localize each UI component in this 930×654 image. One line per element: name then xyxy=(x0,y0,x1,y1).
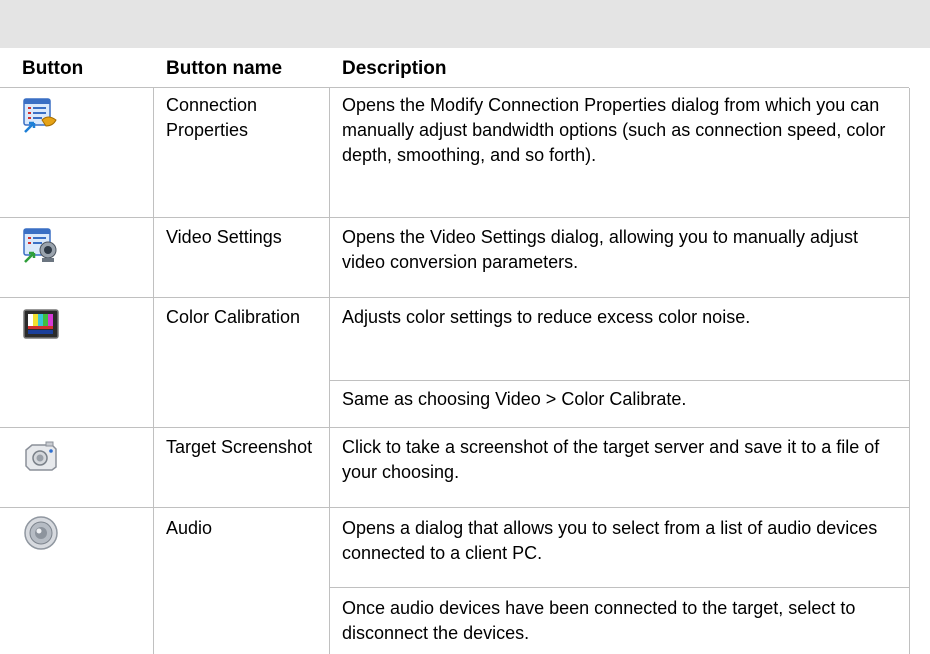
button-name-cell: Connection Properties xyxy=(166,95,258,140)
column-divider xyxy=(153,88,154,654)
camera-icon xyxy=(25,441,57,471)
button-name-cell: Target Screenshot xyxy=(166,437,313,457)
row-divider xyxy=(0,427,909,428)
row-divider xyxy=(0,87,909,88)
speaker-icon xyxy=(24,516,58,550)
button-name-cell: Video Settings xyxy=(166,227,282,247)
connection-properties-icon xyxy=(23,98,57,133)
row-divider xyxy=(0,297,909,298)
header-button-name: Button name xyxy=(166,58,283,79)
row-divider xyxy=(329,380,909,381)
header-button: Button xyxy=(22,58,84,79)
description-cell: Same as choosing Video > Color Calibrate… xyxy=(342,389,687,409)
description-cell: Once audio devices have been connected t… xyxy=(342,598,856,643)
row-divider xyxy=(0,217,909,218)
column-divider xyxy=(909,88,910,654)
row-divider xyxy=(329,587,909,588)
header-description: Description xyxy=(342,58,447,79)
table-header: Button Button name Description xyxy=(0,48,930,88)
description-cell: Opens the Video Settings dialog, allowin… xyxy=(342,227,858,272)
top-band xyxy=(0,0,930,48)
video-settings-icon xyxy=(23,228,57,263)
description-cell: Click to take a screenshot of the target… xyxy=(342,437,880,482)
column-divider xyxy=(329,88,330,654)
button-name-cell: Audio xyxy=(166,518,213,538)
description-cell: Adjusts color settings to reduce excess … xyxy=(342,307,751,327)
button-name-cell: Color Calibration xyxy=(166,307,301,327)
color-calibration-icon xyxy=(23,309,59,339)
description-cell: Opens the Modify Connection Properties d… xyxy=(342,95,886,165)
description-cell: Opens a dialog that allows you to select… xyxy=(342,518,878,563)
row-divider xyxy=(0,507,909,508)
